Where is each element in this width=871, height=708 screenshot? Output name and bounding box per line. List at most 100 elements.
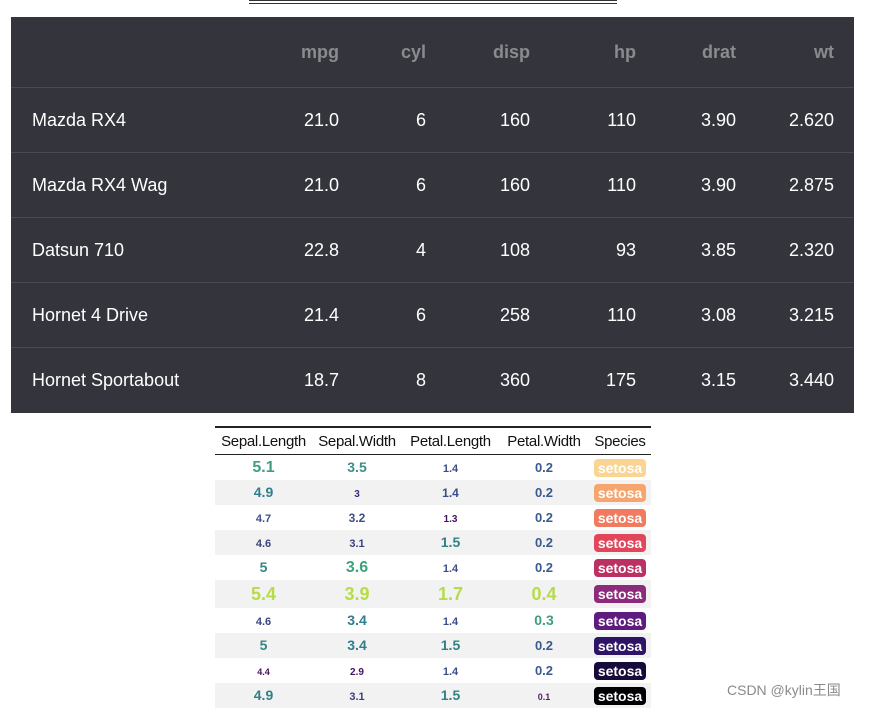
iris-header-sepal-width: Sepal.Width (312, 427, 402, 455)
sepal-length-cell: 5 (215, 633, 312, 658)
sepal-length-cell: 4.9 (215, 683, 312, 708)
value-text: 1.4 (442, 665, 459, 678)
value-text: 3.9 (344, 583, 370, 604)
hp-cell: 175 (605, 369, 636, 390)
drat-cell: 3.15 (700, 369, 736, 390)
value-text: 1.5 (440, 636, 461, 653)
iris-header-species: Species (589, 427, 651, 455)
value-text: 4.6 (255, 537, 272, 550)
mtcars-header-rowname (11, 17, 251, 88)
mtcars-header-drat: drat (656, 17, 756, 88)
table-row: 4.9 3.1 1.5 0.1 setosa (215, 683, 651, 708)
table-row: 4.9 3 1.4 0.2 setosa (215, 480, 651, 505)
watermark-text: CSDN @kylin王国 (727, 682, 841, 698)
value-text: 5 (259, 558, 268, 575)
table-row: 5.1 3.5 1.4 0.2 setosa (215, 455, 651, 481)
petal-width-cell: 0.2 (499, 455, 589, 481)
mtcars-table: mpg cyl disp hp drat wt Mazda RX4 21.0 6… (11, 17, 854, 412)
table-row: Datsun 710 22.8 4 108 93 3.85 2.320 (11, 217, 854, 283)
table-row: 5.4 3.9 1.7 0.4 setosa (215, 580, 651, 608)
value-text: 0.2 (534, 484, 554, 500)
mtcars-header-mpg: mpg (251, 17, 359, 88)
petal-length-cell: 1.4 (402, 480, 499, 505)
disp-cell: 160 (446, 87, 550, 153)
species-badge: setosa (594, 558, 646, 577)
mpg-cell: 22.8 (251, 217, 359, 283)
value-text: 1.5 (440, 686, 461, 703)
value-text: 1.4 (442, 615, 459, 628)
car-name: Mazda RX4 Wag (11, 152, 251, 218)
value-text: 0.1 (537, 691, 551, 702)
disp-cell: 360 (499, 369, 530, 390)
value-text: 3 (354, 488, 360, 500)
disp-cell: 108 (446, 217, 550, 283)
value-text: 0.2 (534, 637, 554, 653)
petal-width-cell: 0.2 (499, 505, 589, 530)
value-text: 1.3 (443, 513, 458, 525)
value-text: 0.2 (534, 509, 554, 525)
sepal-length-cell: 4.4 (215, 658, 312, 683)
value-text: 5.1 (252, 458, 275, 476)
species-cell: setosa (589, 455, 651, 481)
car-name: Datsun 710 (11, 217, 251, 283)
sepal-width-cell: 3.1 (312, 683, 402, 708)
cyl-cell: 4 (359, 217, 446, 283)
disp-cell: 258 (446, 282, 550, 348)
petal-length-cell: 1.5 (402, 683, 499, 708)
value-text: 3.1 (349, 537, 365, 550)
value-text: 1.7 (437, 583, 464, 604)
species-cell: setosa (589, 658, 651, 683)
car-name: Hornet 4 Drive (11, 282, 251, 348)
hp-cell: 110 (550, 87, 656, 153)
species-badge: setosa (594, 636, 646, 655)
wt-cell: 2.320 (756, 217, 854, 283)
value-text: 1.5 (440, 533, 461, 550)
value-text: 2.9 (350, 666, 364, 678)
car-name: Hornet Sportabout (32, 369, 180, 390)
value-text: 4.9 (253, 483, 274, 500)
petal-width-cell: 0.4 (499, 580, 589, 608)
sepal-length-cell: 4.6 (215, 530, 312, 555)
cyl-cell: 8 (415, 369, 426, 390)
value-text: 4.6 (255, 615, 272, 628)
mtcars-header-disp: disp (446, 17, 550, 88)
species-badge: setosa (594, 533, 646, 552)
sepal-width-cell: 3.6 (312, 555, 402, 580)
iris-header-row: Sepal.Length Sepal.Width Petal.Length Pe… (215, 427, 651, 455)
cyl-cell: 6 (359, 87, 446, 153)
petal-length-cell: 1.4 (402, 608, 499, 633)
iris-header-petal-length: Petal.Length (402, 427, 499, 455)
mtcars-header-hp: hp (550, 17, 656, 88)
wt-cell: 3.440 (788, 369, 834, 390)
drat-cell: 3.08 (656, 282, 756, 348)
value-text: 3.5 (347, 458, 367, 475)
table-row: Mazda RX4 Wag 21.0 6 160 110 3.90 2.875 (11, 152, 854, 218)
table-row: 4.6 3.1 1.5 0.2 setosa (215, 530, 651, 555)
sepal-length-cell: 4.7 (215, 505, 312, 530)
table-row: 4.7 3.2 1.3 0.2 setosa (215, 505, 651, 530)
sepal-length-cell: 5.1 (215, 455, 312, 481)
petal-length-cell: 1.4 (402, 455, 499, 481)
species-cell: setosa (589, 633, 651, 658)
mtcars-dark-table-container: mpg cyl disp hp drat wt Mazda RX4 21.0 6… (11, 17, 854, 413)
value-text: 0.4 (531, 583, 557, 604)
drat-cell: 3.85 (656, 217, 756, 283)
top-double-rule (249, 0, 617, 4)
value-text: 0.2 (534, 459, 554, 475)
wt-cell: 2.620 (756, 87, 854, 153)
value-text: 1.4 (442, 485, 459, 500)
table-row: Hornet 4 Drive 21.4 6 258 110 3.08 3.215 (11, 282, 854, 348)
mtcars-header-wt: wt (756, 17, 854, 88)
mtcars-header-row: mpg cyl disp hp drat wt (11, 17, 854, 88)
value-text: 5.4 (250, 583, 277, 604)
sepal-width-cell: 2.9 (312, 658, 402, 683)
species-badge: setosa (594, 686, 646, 705)
table-row: 5 3.4 1.5 0.2 setosa (215, 633, 651, 658)
hp-cell: 93 (550, 217, 656, 283)
sepal-length-cell: 4.9 (215, 480, 312, 505)
value-text: 3.6 (345, 558, 369, 576)
sepal-width-cell: 3.4 (312, 633, 402, 658)
sepal-width-cell: 3.1 (312, 530, 402, 555)
petal-length-cell: 1.4 (402, 555, 499, 580)
drat-cell: 3.90 (656, 87, 756, 153)
